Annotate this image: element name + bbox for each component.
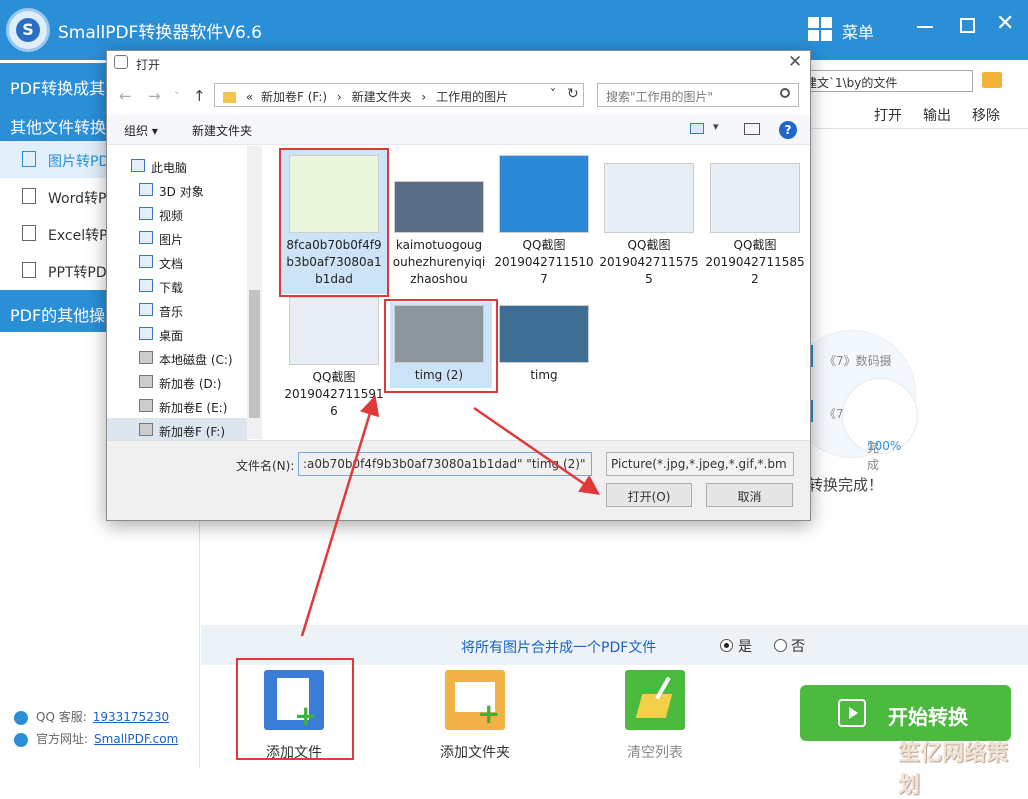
arrow-to-files [300, 395, 380, 637]
arrow-to-open [473, 406, 601, 495]
annotation-arrows [300, 395, 601, 637]
